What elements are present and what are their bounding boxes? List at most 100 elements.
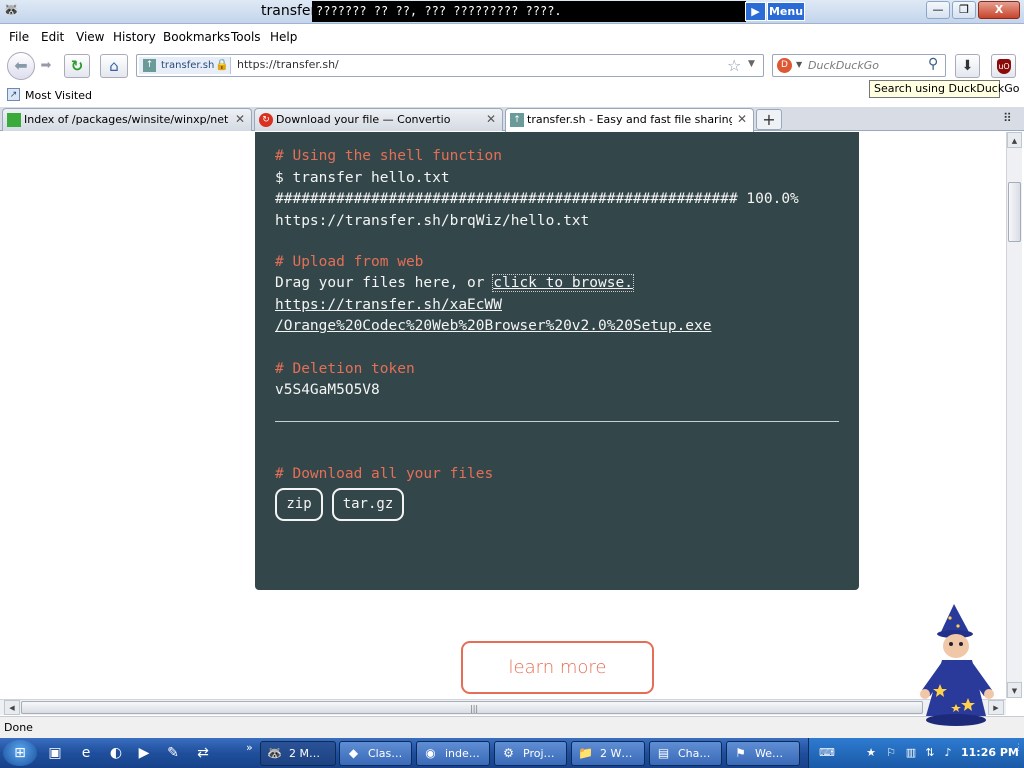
home-button[interactable]: ⌂	[100, 54, 128, 78]
keyboard-icon[interactable]: ⌨	[819, 745, 835, 761]
bookmark-star-icon[interactable]: ☆	[727, 56, 741, 75]
task-button[interactable]: ⚙ Proj…	[494, 741, 567, 766]
tab-label: Index of /packages/winsite/winxp/netutil	[24, 113, 229, 126]
bookmark-folder-icon: ↗	[7, 88, 20, 101]
url-bar[interactable]: ↑ transfer.sh 🔒 https://transfer.sh/ ☆ ▼	[136, 54, 764, 77]
speech-menu-button[interactable]: Menu	[767, 2, 805, 21]
quicklaunch-media-icon[interactable]: ▶	[134, 743, 154, 763]
download-all-comment: # Download all your files	[275, 466, 494, 482]
network-icon[interactable]: ⇅	[922, 745, 938, 761]
wizard-assistant-icon[interactable]	[916, 604, 998, 728]
quicklaunch-tools-icon[interactable]: ✎	[163, 743, 183, 763]
monitor-icon[interactable]: ▥	[903, 745, 919, 761]
shell-comment: # Using the shell function	[275, 148, 502, 164]
drag-text: Drag your files here, or	[275, 275, 494, 291]
reload-button[interactable]: ↻	[64, 54, 90, 78]
list-all-tabs-icon[interactable]: ⠿	[1003, 111, 1012, 125]
task-label: We…	[755, 747, 783, 760]
forward-button[interactable]: ➡	[36, 57, 56, 75]
window-title: transfer	[261, 3, 317, 19]
tab-transfer-sh[interactable]: ↑ transfer.sh - Easy and fast file shari…	[505, 108, 754, 132]
folder-icon: 📁	[578, 746, 593, 760]
menu-tools[interactable]: Tools	[231, 30, 261, 44]
tab-close-icon[interactable]: ✕	[235, 112, 245, 126]
app-icon: 🦝	[3, 3, 20, 18]
menu-help[interactable]: Help	[270, 30, 297, 44]
targz-button[interactable]: tar.gz	[332, 488, 404, 521]
tab-convertio[interactable]: ↻ Download your file — Convertio ✕	[254, 108, 503, 131]
home-icon: ⌂	[109, 57, 119, 75]
start-button[interactable]: ⊞	[3, 740, 37, 766]
show-desktop-icon[interactable]: ⋮	[1014, 743, 1023, 763]
scroll-left-icon[interactable]: ◀	[4, 700, 20, 715]
minimize-button[interactable]: —	[926, 1, 950, 19]
clock[interactable]: 11:26 PM	[961, 746, 1019, 759]
task-label: Proj…	[523, 747, 555, 760]
divider	[275, 421, 839, 422]
search-engine-dropdown-icon[interactable]: ▼	[796, 60, 802, 69]
tab-index-of-packages[interactable]: Index of /packages/winsite/winxp/netutil…	[2, 108, 252, 131]
horizontal-scroll-thumb[interactable]: |||	[21, 701, 923, 714]
url-text[interactable]: https://transfer.sh/	[237, 58, 339, 71]
deletion-token: v5S4GaM5O5V8	[275, 382, 380, 398]
task-label: Cha…	[678, 747, 711, 760]
horizontal-scrollbar[interactable]: ◀ ||| ▶	[0, 699, 1006, 715]
vertical-scroll-thumb[interactable]	[1008, 182, 1021, 242]
maximize-button[interactable]: ❐	[952, 1, 976, 19]
uploaded-url-line-1[interactable]: https://transfer.sh/xaEcWW	[275, 297, 502, 313]
browse-link[interactable]: click to browse.	[492, 274, 634, 292]
wizard-tray-icon[interactable]: ★	[863, 745, 879, 761]
tab-close-icon[interactable]: ✕	[737, 112, 747, 126]
scroll-down-icon[interactable]: ▼	[1007, 682, 1022, 698]
task-button[interactable]: 📁 2 W…	[571, 741, 645, 766]
learn-more-button[interactable]: learn more	[461, 641, 654, 694]
menu-edit[interactable]: Edit	[41, 30, 64, 44]
menu-bookmarks[interactable]: Bookmarks	[163, 30, 230, 44]
tab-close-icon[interactable]: ✕	[486, 112, 496, 126]
speech-play-button[interactable]: ▶	[745, 2, 766, 21]
close-button[interactable]: X	[978, 1, 1020, 19]
downloads-button[interactable]: ⬇	[955, 54, 980, 78]
task-button[interactable]: ◆ Clas…	[339, 741, 412, 766]
ublock-shield-icon: uO	[997, 59, 1011, 74]
vertical-scrollbar[interactable]: ▲ ▼	[1006, 132, 1022, 698]
ublock-button[interactable]: uO	[991, 54, 1016, 78]
bookmark-most-visited[interactable]: Most Visited	[25, 89, 92, 102]
title-bar: 🦝 transfer ??????? ?? ??, ??? ????????? …	[0, 0, 1024, 24]
quicklaunch-ie-icon[interactable]: e	[76, 743, 96, 763]
task-label: Clas…	[368, 747, 403, 760]
volume-icon[interactable]: ♪	[940, 745, 956, 761]
system-tray: ⌨ ★ ⚐ ▥ ⇅ ♪ 11:26 PM ⋮	[808, 738, 1024, 768]
download-arrow-icon: ⬇	[961, 58, 974, 74]
zip-button[interactable]: zip	[275, 488, 323, 521]
convertio-icon: ↻	[259, 113, 273, 127]
task-button[interactable]: ▤ Cha…	[649, 741, 722, 766]
quicklaunch-browser-icon[interactable]: ◐	[106, 743, 126, 763]
status-text: Done	[4, 721, 33, 734]
duckduckgo-icon[interactable]: D	[777, 58, 792, 73]
reload-icon: ↻	[70, 57, 84, 75]
quicklaunch-explorer-icon[interactable]: ▣	[45, 743, 65, 763]
taskbar: ⊞ ▣ e ◐ ▶ ✎ ⇄ » 🦝 2 M… ◆ Clas… ◉ inde… ⚙ Pro…	[0, 738, 1024, 768]
task-button[interactable]: ⚑ We…	[726, 741, 800, 766]
scroll-up-icon[interactable]: ▲	[1007, 132, 1022, 148]
search-input[interactable]: DuckDuckGo	[808, 59, 879, 72]
task-button[interactable]: 🦝 2 M…	[260, 741, 336, 766]
status-bar: Done	[0, 716, 1024, 738]
search-bar[interactable]: D ▼ DuckDuckGo ⚲	[772, 54, 946, 77]
new-tab-button[interactable]: +	[756, 109, 782, 130]
search-icon[interactable]: ⚲	[928, 56, 938, 72]
lock-icon: 🔒	[215, 58, 229, 71]
menu-view[interactable]: View	[76, 30, 104, 44]
menu-file[interactable]: File	[9, 30, 29, 44]
uploaded-url-line-2[interactable]: /Orange%20Codec%20Web%20Browser%20v2.0%2…	[275, 318, 712, 334]
quicklaunch-more-icon[interactable]: »	[246, 741, 253, 754]
menu-history[interactable]: History	[113, 30, 156, 44]
browser-icon: ◉	[425, 746, 436, 760]
back-button[interactable]: ⬅	[7, 52, 35, 80]
task-button[interactable]: ◉ inde…	[416, 741, 490, 766]
page-viewport: # Using the shell function $ transfer he…	[0, 132, 1006, 698]
flag-icon[interactable]: ⚐	[883, 745, 899, 761]
quicklaunch-connect-icon[interactable]: ⇄	[193, 743, 213, 763]
url-dropdown-icon[interactable]: ▼	[748, 59, 755, 69]
